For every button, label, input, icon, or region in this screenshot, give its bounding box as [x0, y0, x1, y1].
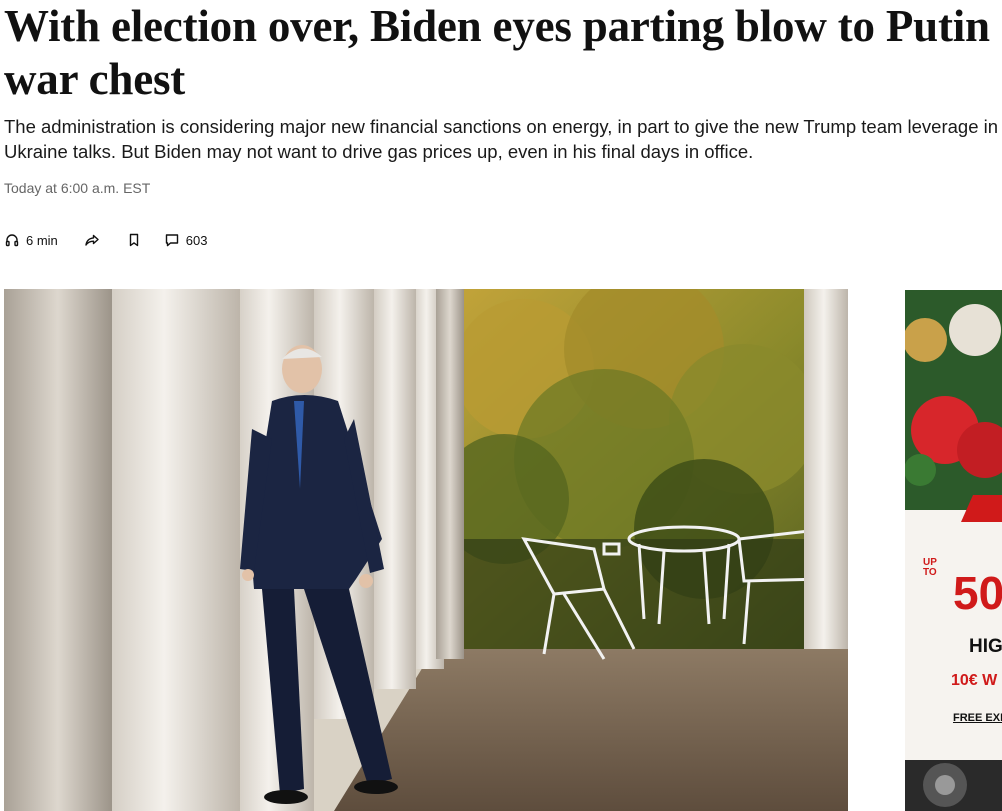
headphones-icon	[4, 232, 20, 248]
publish-timestamp: Today at 6:00 a.m. EST	[4, 180, 151, 196]
bookmark-icon	[126, 232, 142, 248]
share-icon	[84, 232, 100, 248]
ad-offer: 10€ W	[951, 672, 998, 689]
comments-button[interactable]: 603	[164, 232, 208, 248]
advertisement[interactable]: UP TO 50 HIG 10€ W FREE EXP	[905, 290, 1002, 811]
ad-discount-value: 50	[953, 567, 1002, 619]
article-subheadline: The administration is considering major …	[4, 116, 999, 162]
article-action-bar: 6 min 603	[4, 229, 208, 251]
save-button[interactable]	[126, 232, 142, 248]
listen-button[interactable]: 6 min	[4, 232, 58, 248]
listen-duration: 6 min	[26, 232, 58, 248]
comments-count: 603	[185, 232, 208, 248]
ad-headline: HIG	[969, 636, 1002, 657]
article-headline: With election over, Biden eyes parting b…	[4, 1, 990, 104]
ad-free-shipping: FREE EXP	[953, 712, 1002, 724]
lead-photo	[4, 289, 848, 811]
ad-upto-label: UP TO	[923, 557, 937, 578]
comment-icon	[164, 232, 180, 248]
share-button[interactable]	[84, 232, 100, 248]
